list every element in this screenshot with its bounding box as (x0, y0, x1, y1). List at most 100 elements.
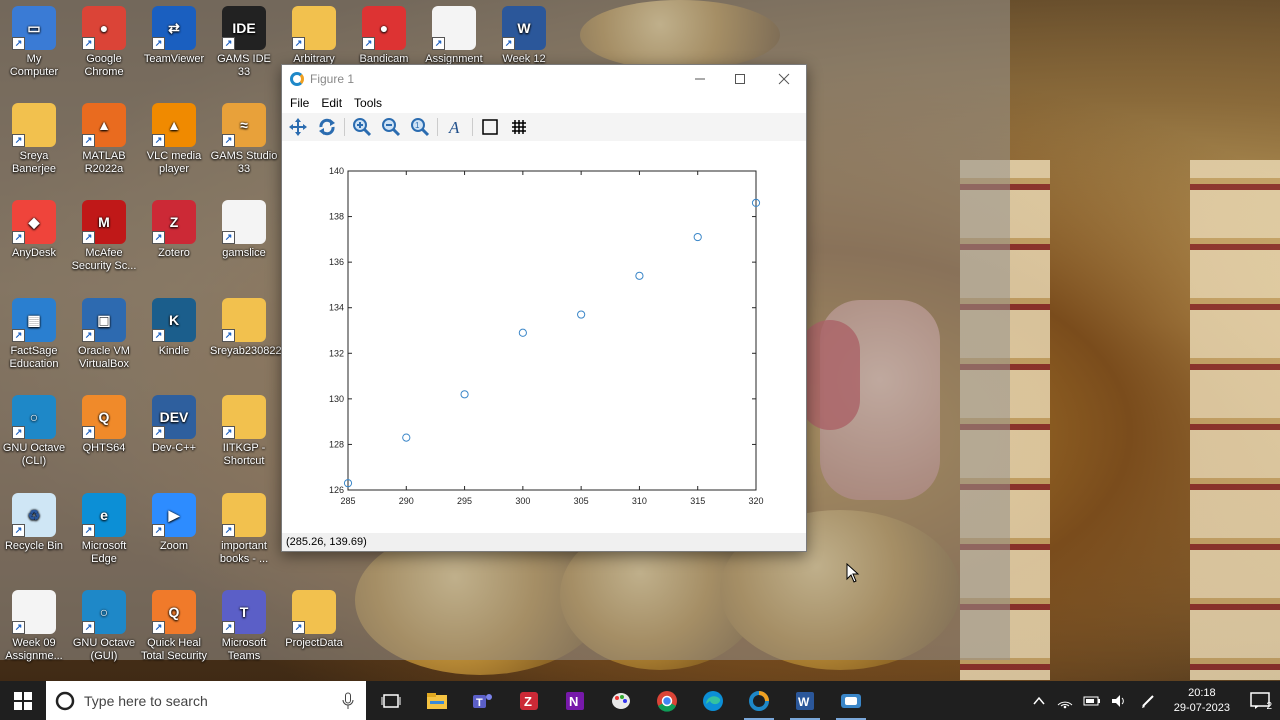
desktop-icon[interactable]: K ↗ Kindle (140, 298, 208, 358)
zoom-out-button[interactable] (379, 116, 403, 138)
desktop-icon[interactable]: ▲ ↗ VLC media player (140, 103, 208, 176)
search-placeholder: Type here to search (84, 692, 208, 709)
y-tick-label: 128 (329, 439, 344, 449)
desktop-icon[interactable]: IDE ↗ GAMS IDE 33 (210, 6, 278, 79)
zip-folder-icon: ↗ (222, 493, 266, 537)
desktop-icon[interactable]: ▣ ↗ Oracle VM VirtualBox (70, 298, 138, 371)
factsage-icon: ▦ ↗ (12, 298, 56, 342)
y-tick-label: 138 (329, 212, 344, 222)
desktop-icon[interactable]: ▦ ↗ FactSage Education (0, 298, 68, 371)
close-button[interactable] (762, 65, 806, 93)
taskbar-screen-recorder[interactable] (828, 681, 874, 720)
task-view-button[interactable] (368, 681, 414, 720)
desktop-icon-label: Sreya Banerjee (11, 150, 57, 175)
menu-file[interactable]: File (284, 96, 315, 110)
desktop-icon-label: MATLAB R2022a (82, 150, 126, 175)
taskbar-search-box[interactable]: Type here to search (46, 681, 366, 720)
taskbar-zotero[interactable]: Z (506, 681, 552, 720)
y-tick-label: 132 (329, 348, 344, 358)
zoom-reset-button[interactable]: 1 (408, 116, 432, 138)
menu-tools[interactable]: Tools (348, 96, 388, 110)
desktop-icon[interactable]: ▭ ↗ My Computer (0, 6, 68, 79)
taskbar-clock[interactable]: 20:18 29-07-2023 (1174, 686, 1230, 716)
kindle-icon: K ↗ (152, 298, 196, 342)
desktop-icon[interactable]: ↗ Sreyab230822 (210, 298, 282, 358)
y-tick-label: 126 (329, 485, 344, 495)
desktop-icon[interactable]: ● ↗ Bandicam (350, 6, 418, 66)
desktop-icon[interactable]: Z ↗ Zotero (140, 200, 208, 260)
taskbar-paint[interactable] (598, 681, 644, 720)
shortcut-arrow-icon: ↗ (292, 37, 305, 50)
taskbar-octave[interactable] (736, 681, 782, 720)
taskbar-chrome[interactable] (644, 681, 690, 720)
desktop-icon[interactable]: ↗ Assignment (420, 6, 488, 66)
desktop-icon[interactable]: ↗ gamslice (210, 200, 278, 260)
minimize-button[interactable] (678, 65, 722, 93)
desktop-icon[interactable]: Q ↗ Quick Heal Total Security (140, 590, 208, 663)
taskbar-file-explorer[interactable] (414, 681, 460, 720)
scatter-chart[interactable]: 285 290 295 300 305 310 315 320 126 128 130 132 134 1… (282, 142, 806, 532)
shortcut-arrow-icon: ↗ (152, 524, 165, 537)
word-icon: W (796, 691, 814, 710)
document-icon: ↗ (12, 590, 56, 634)
recycle-bin-icon: ♻ ↗ (12, 493, 56, 537)
title-bar[interactable]: Figure 1 (282, 65, 806, 93)
mouse-cursor-icon (846, 563, 860, 583)
shortcut-arrow-icon: ↗ (222, 134, 235, 147)
desktop-icon[interactable]: DEV ↗ Dev-C++ (140, 395, 208, 455)
desktop-icon[interactable]: ▲ ↗ MATLAB R2022a (70, 103, 138, 176)
desktop-icon-label: Microsoft Edge (81, 540, 127, 565)
zoom-in-button[interactable] (350, 116, 374, 138)
wallpaper-pillar (1190, 160, 1280, 680)
desktop-icon[interactable]: ◆ ↗ AnyDesk (0, 200, 68, 260)
desktop-icon[interactable]: Q ↗ QHTS64 (70, 395, 138, 455)
svg-text:A: A (448, 118, 460, 137)
desktop-icon[interactable]: ↗ Arbitrary (280, 6, 348, 66)
shortcut-arrow-icon: ↗ (12, 524, 25, 537)
y-tick-label: 136 (329, 257, 344, 267)
taskbar-word[interactable]: W (782, 681, 828, 720)
desktop-icon[interactable]: ↗ ProjectData (280, 590, 348, 650)
desktop-icon[interactable]: ↗ Sreya Banerjee (0, 103, 68, 176)
shortcut-arrow-icon: ↗ (292, 621, 305, 634)
desktop-icon[interactable]: ≈ ↗ GAMS Studio 33 (210, 103, 278, 176)
desktop-icon[interactable]: e ↗ Microsoft Edge (70, 493, 138, 566)
figure-window[interactable]: Figure 1 File Edit Tools 1 A 285 290 295… (281, 64, 807, 552)
rotate-icon (319, 118, 335, 136)
desktop-icon[interactable]: ● ↗ Google Chrome (70, 6, 138, 79)
desktop-icon[interactable]: ↗ important books - ... (210, 493, 278, 566)
plot-area[interactable]: 285 290 295 300 305 310 315 320 126 128 130 132 134 1… (282, 142, 806, 532)
taskbar-teams[interactable]: T (460, 681, 506, 720)
shortcut-arrow-icon: ↗ (362, 37, 375, 50)
maximize-button[interactable] (718, 65, 762, 93)
taskbar-edge[interactable] (690, 681, 736, 720)
figure-toolbar: 1 A (282, 113, 806, 141)
desktop-icon[interactable]: ♻ ↗ Recycle Bin (0, 493, 68, 553)
desktop-icon[interactable]: ⇄ ↗ TeamViewer (140, 6, 208, 66)
menu-edit[interactable]: Edit (315, 96, 348, 110)
shortcut-arrow-icon: ↗ (82, 37, 95, 50)
desktop-icon[interactable]: ↗ IITKGP - Shortcut (210, 395, 278, 468)
desktop-icon[interactable]: ↗ Week 09 Assignme... (0, 590, 68, 663)
taskbar-onenote[interactable]: N (552, 681, 598, 720)
desktop-icon[interactable]: W ↗ Week 12 (490, 6, 558, 66)
desktop-icon-label: gamslice (222, 247, 266, 259)
box-button[interactable] (478, 116, 502, 138)
desktop-icon[interactable]: ○ ↗ GNU Octave (CLI) (0, 395, 68, 468)
desktop-icon[interactable]: ○ ↗ GNU Octave (GUI) (70, 590, 138, 663)
desktop-icon[interactable]: M ↗ McAfee Security Sc... (70, 200, 138, 273)
window-title: Figure 1 (310, 72, 355, 86)
rotate-button[interactable] (315, 116, 339, 138)
desktop-icon[interactable]: ▶ ↗ Zoom (140, 493, 208, 553)
edge-icon: e ↗ (82, 493, 126, 537)
desktop-icon-label: Google Chrome (84, 53, 124, 78)
text-button[interactable]: A (443, 116, 467, 138)
desktop-icon[interactable]: T ↗ Microsoft Teams (210, 590, 278, 663)
start-button[interactable] (0, 681, 46, 720)
grid-button[interactable] (507, 116, 531, 138)
pan-icon (289, 118, 307, 136)
notification-center-button[interactable]: 2 (1240, 681, 1280, 720)
shortcut-arrow-icon: ↗ (152, 37, 165, 50)
desktop-icon-label: important books - ... (219, 540, 269, 565)
pan-button[interactable] (286, 116, 310, 138)
